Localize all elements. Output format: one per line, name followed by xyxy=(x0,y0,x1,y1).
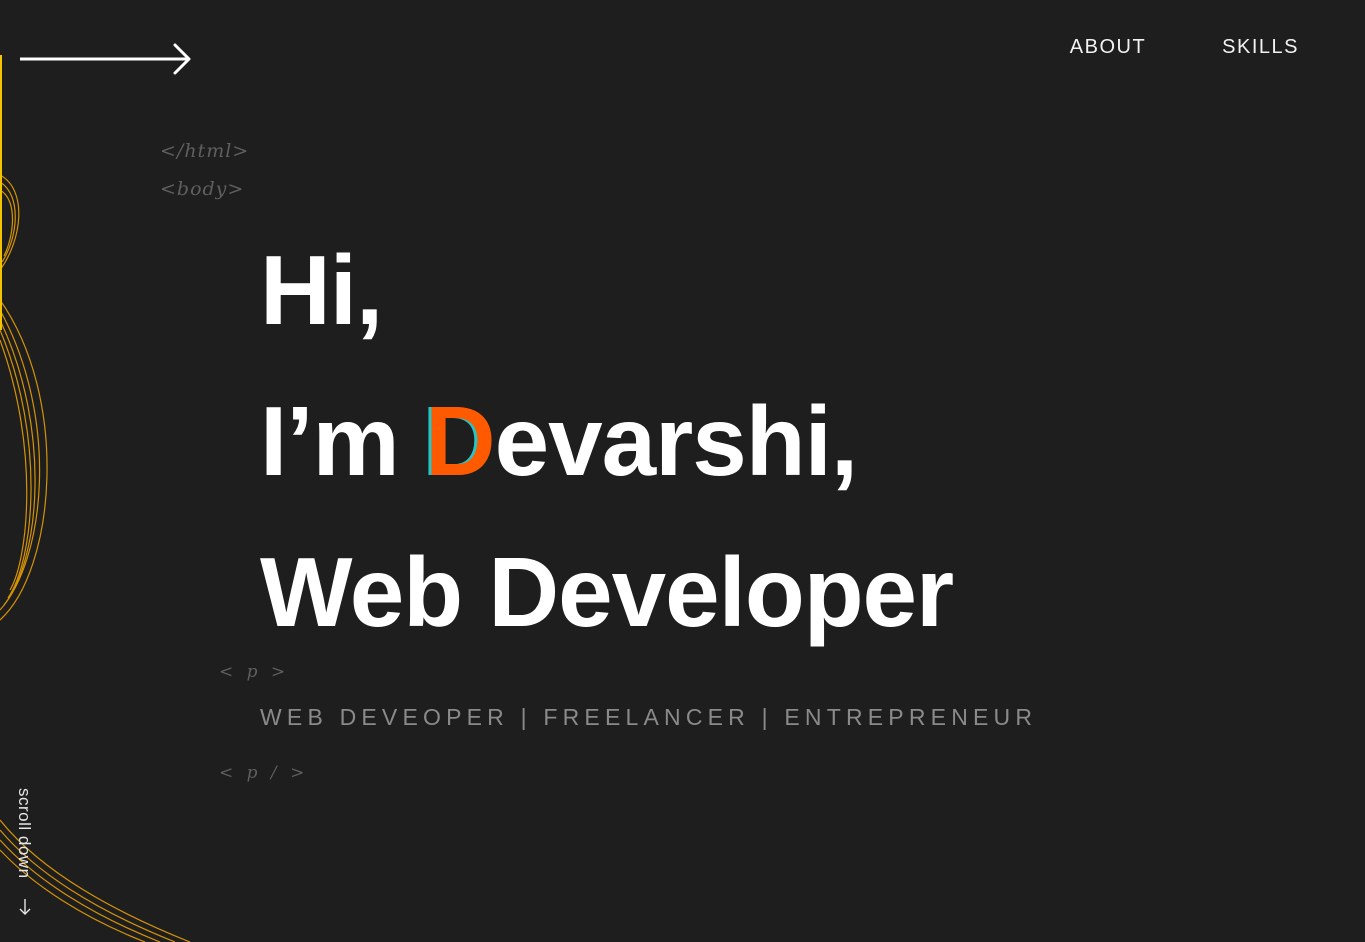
html-close-tag: </html> xyxy=(160,140,250,162)
hero-name-line: I’m Devarshi, xyxy=(260,366,953,517)
p-open-tag: < p > xyxy=(219,662,290,682)
page: ABOUT SKILLS </html> <body> Hi, I’m Deva… xyxy=(0,0,1365,942)
hero-subtitle: WEB DEVEOPER | FREELANCER | ENTREPRENEUR xyxy=(260,704,1038,730)
body-open-tag: <body> xyxy=(160,178,245,200)
main-nav: ABOUT SKILLS xyxy=(1070,36,1299,59)
hero-name-prefix: I’m xyxy=(260,386,425,496)
scroll-down-label[interactable]: scroll down xyxy=(14,788,34,879)
hero-headline: Hi, I’m Devarshi, Web Developer xyxy=(260,215,954,668)
nav-skills-link[interactable]: SKILLS xyxy=(1222,36,1299,59)
hero-greeting: Hi, xyxy=(260,235,383,345)
arrow-down-icon[interactable] xyxy=(17,897,33,917)
hero-role: Web Developer xyxy=(260,537,954,647)
nav-about-link[interactable]: ABOUT xyxy=(1070,36,1146,59)
p-close-tag: < p / > xyxy=(219,763,309,783)
hero-name-accent-letter: D xyxy=(424,386,496,496)
hero-name-rest: evarshi, xyxy=(494,386,858,496)
arrow-right-icon[interactable] xyxy=(18,40,194,78)
